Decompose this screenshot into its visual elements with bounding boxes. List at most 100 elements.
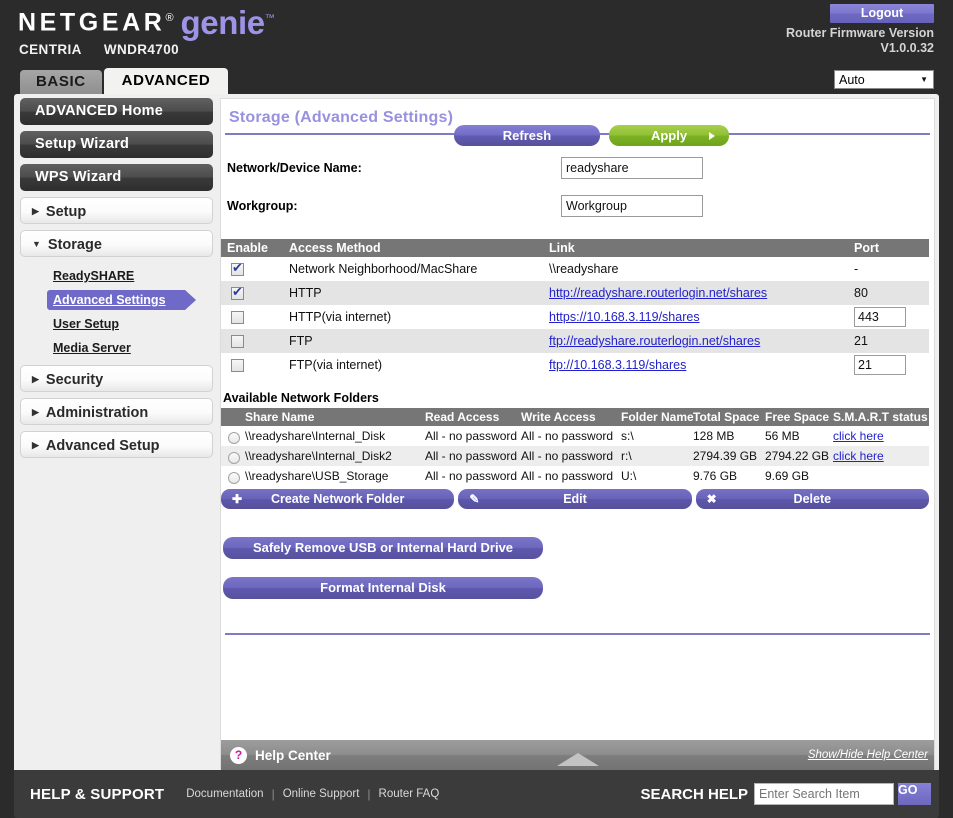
search-input[interactable]: [754, 783, 894, 805]
app-header: NETGEAR® genie™ CENTRIA WNDR4700 Logout Ro…: [0, 0, 953, 68]
cell-link: ftp://readyshare.routerlogin.net/shares: [543, 329, 848, 353]
search-help-area: SEARCH HELP GO: [640, 783, 931, 805]
apply-button-label: Apply: [650, 128, 688, 143]
sidebar-group-setup[interactable]: ▶ Setup: [20, 197, 213, 224]
cell-enable: [221, 305, 283, 329]
cell-write-access: All - no password: [519, 426, 619, 446]
create-network-folder-button[interactable]: ✚ Create Network Folder: [221, 489, 455, 509]
sidebar-item-user-setup-label: User Setup: [53, 317, 119, 331]
cell-link: ftp://10.168.3.119/shares: [543, 353, 848, 377]
model-name: WNDR4700: [103, 42, 180, 57]
sidebar-item-wps-wizard[interactable]: WPS Wizard: [20, 164, 213, 191]
sidebar-group-administration[interactable]: ▶ Administration: [20, 398, 213, 425]
col-share-name: Share Name: [243, 408, 423, 426]
col-smart-status: S.M.A.R.T status: [831, 408, 929, 426]
cell-share-name: \\readyshare\USB_Storage: [243, 466, 423, 486]
sidebar-item-media-server[interactable]: Media Server: [20, 337, 213, 359]
enable-checkbox[interactable]: [231, 310, 244, 324]
smart-status-link[interactable]: click here: [833, 429, 884, 443]
model-line: CENTRIA WNDR4700: [19, 42, 179, 57]
cell-access-method: FTP(via internet): [283, 353, 543, 377]
workgroup-input[interactable]: [561, 195, 703, 217]
col-select: [221, 408, 243, 426]
device-name-input[interactable]: [561, 157, 703, 179]
cell-write-access: All - no password: [519, 466, 619, 486]
footer-link-documentation[interactable]: Documentation: [178, 788, 271, 800]
smart-status-link[interactable]: click here: [833, 449, 884, 463]
cell-access-method: Network Neighborhood/MacShare: [283, 257, 543, 281]
port-input[interactable]: [854, 355, 906, 375]
apply-button[interactable]: Apply: [609, 125, 729, 146]
sidebar-group-storage[interactable]: ▼ Storage: [20, 230, 213, 257]
sidebar-group-setup-label: Setup: [45, 204, 87, 220]
table-row: FTP(via internet) ftp://10.168.3.119/shar…: [221, 353, 929, 377]
sidebar-item-setup-wizard[interactable]: Setup Wizard: [20, 131, 213, 158]
main-tabs: BASIC ADVANCED: [20, 68, 229, 95]
cell-link: \\readyshare: [543, 257, 848, 281]
firmware-info: Router Firmware Version V1.0.0.32: [786, 26, 934, 56]
logout-button[interactable]: Logout: [830, 4, 934, 23]
edit-button[interactable]: ✎ Edit: [458, 489, 692, 509]
folders-table-body: \\readyshare\Internal_Disk All - no passw…: [221, 426, 929, 486]
safely-remove-button[interactable]: Safely Remove USB or Internal Hard Drive: [223, 537, 543, 559]
cell-read-access: All - no password: [423, 446, 519, 466]
brand-logo: NETGEAR® genie™: [18, 4, 275, 42]
show-hide-help-center-link[interactable]: Show/Hide Help Center: [808, 749, 928, 761]
delete-label: Delete: [793, 492, 832, 506]
cell-port: [848, 305, 929, 329]
workgroup-label: Workgroup:: [227, 199, 298, 213]
chevron-right-icon: ▶: [32, 440, 39, 450]
go-button[interactable]: GO: [898, 783, 931, 805]
safely-remove-wrap: Safely Remove USB or Internal Hard Drive: [223, 537, 543, 559]
sidebar-item-user-setup[interactable]: User Setup: [20, 313, 213, 335]
sidebar-item-readyshare[interactable]: ReadySHARE: [20, 265, 213, 287]
enable-checkbox[interactable]: [231, 358, 244, 372]
format-internal-disk-button[interactable]: Format Internal Disk: [223, 577, 543, 599]
firmware-version: V1.0.0.32: [880, 41, 934, 55]
create-network-folder-label: Create Network Folder: [270, 492, 405, 506]
cell-select: [221, 446, 243, 466]
cell-write-access: All - no password: [519, 446, 619, 466]
access-link[interactable]: http://readyshare.routerlogin.net/shares: [549, 286, 767, 300]
chevron-right-icon: ▶: [32, 374, 39, 384]
port-value: 21: [854, 334, 868, 348]
chevron-right-icon: ▶: [32, 206, 39, 216]
sidebar-item-advanced-settings[interactable]: Advanced Settings: [20, 289, 213, 311]
delete-button[interactable]: ✖ Delete: [695, 489, 929, 509]
enable-checkbox[interactable]: [231, 284, 244, 300]
cell-smart-status: [831, 466, 929, 486]
footer-link-router-faq[interactable]: Router FAQ: [371, 788, 448, 800]
port-input[interactable]: [854, 307, 906, 327]
access-link[interactable]: ftp://10.168.3.119/shares: [549, 358, 686, 372]
arrow-right-icon: [709, 132, 715, 140]
chevron-up-icon[interactable]: [556, 753, 599, 766]
help-center-bar[interactable]: ? Help Center Show/Hide Help Center: [221, 740, 934, 770]
refresh-button[interactable]: Refresh: [454, 125, 600, 146]
cell-link: http://readyshare.routerlogin.net/shares: [543, 281, 848, 305]
folder-radio[interactable]: [228, 431, 240, 444]
sidebar-storage-children: ReadySHARE Advanced Settings User Setup …: [20, 263, 220, 365]
sidebar-group-storage-label: Storage: [47, 237, 102, 253]
sidebar-group-security[interactable]: ▶ Security: [20, 365, 213, 392]
folder-radio[interactable]: [228, 471, 240, 484]
cell-port: 80: [848, 281, 929, 305]
folder-radio[interactable]: [228, 451, 240, 464]
enable-checkbox[interactable]: [231, 334, 244, 348]
tab-advanced[interactable]: ADVANCED: [103, 68, 229, 95]
language-select[interactable]: Auto ▼: [834, 70, 934, 89]
format-disk-wrap: Format Internal Disk: [223, 577, 543, 599]
access-link[interactable]: ftp://readyshare.routerlogin.net/shares: [549, 334, 760, 348]
sidebar-group-advanced-setup[interactable]: ▶ Advanced Setup: [20, 431, 213, 458]
form-row-device-name: Network/Device Name:: [225, 149, 934, 187]
cell-total-space: 9.76 GB: [691, 466, 763, 486]
cell-enable: [221, 281, 283, 305]
enable-checkbox[interactable]: [231, 260, 244, 276]
footer-link-online-support[interactable]: Online Support: [275, 788, 368, 800]
access-link[interactable]: https://10.168.3.119/shares: [549, 310, 700, 324]
sidebar: ADVANCED Home Setup Wizard WPS Wizard ▶ S…: [14, 94, 220, 770]
tab-basic[interactable]: BASIC: [20, 70, 102, 95]
sidebar-item-advanced-home[interactable]: ADVANCED Home: [20, 98, 213, 125]
cell-port: [848, 353, 929, 377]
cell-free-space: 9.69 GB: [763, 466, 831, 486]
col-read-access: Read Access: [423, 408, 519, 426]
